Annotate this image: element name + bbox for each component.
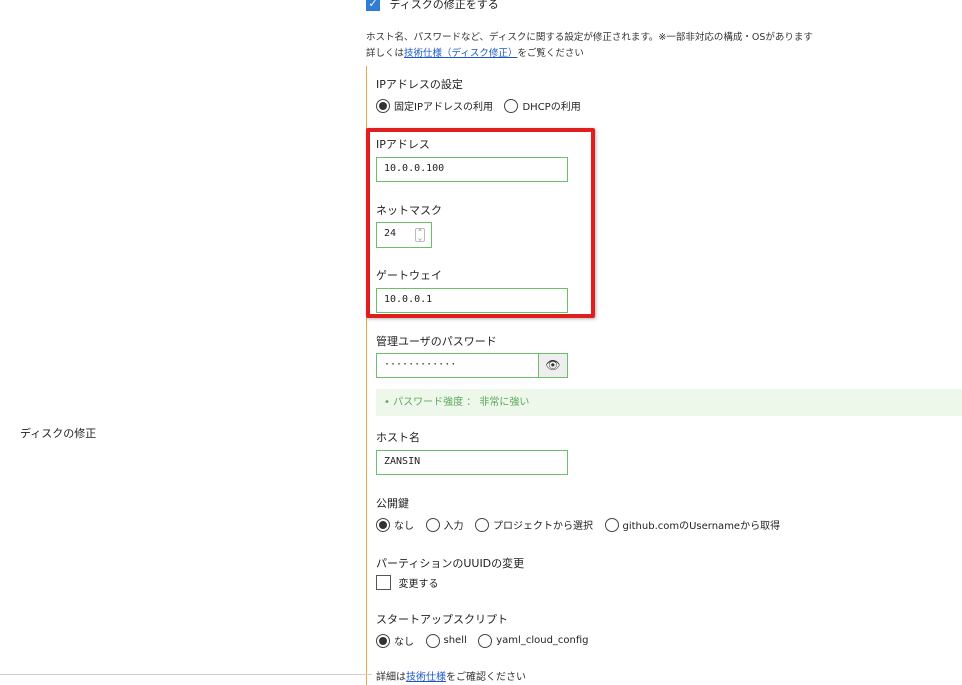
- check-icon: ✓: [368, 0, 378, 10]
- ip-settings-radio-group: 固定IPアドレスの利用 DHCPの利用: [376, 98, 589, 113]
- show-password-button[interactable]: 👁: [538, 353, 568, 378]
- partition-uuid-checkbox-label: 変更する: [398, 579, 439, 590]
- description-prefix: 詳しくは: [366, 48, 405, 59]
- radio-startup-shell[interactable]: [425, 633, 440, 648]
- radio-startup-none-label: なし: [394, 637, 414, 648]
- radio-public-key-none-label: なし: [394, 521, 414, 532]
- radio-public-key-none[interactable]: [376, 517, 390, 532]
- public-key-label: 公開鍵: [376, 497, 409, 510]
- radio-public-key-input-label: 入力: [443, 521, 464, 532]
- partition-uuid-label: パーティションのUUIDの変更: [376, 557, 525, 570]
- radio-static-ip[interactable]: [376, 98, 390, 113]
- radio-static-ip-label: 固定IPアドレスの利用: [394, 102, 493, 113]
- gateway-input[interactable]: 10.0.0.1: [376, 288, 568, 313]
- footer-suffix: をご確認ください: [446, 672, 526, 683]
- radio-dhcp-label: DHCPの利用: [522, 102, 581, 113]
- footer-note: 詳細は技術仕様をご確認ください: [376, 668, 526, 683]
- description-link-line: 詳しくは技術仕様（ディスク修正）をご覧ください: [366, 45, 813, 59]
- radio-public-key-project-label: プロジェクトから選択: [493, 521, 593, 532]
- radio-startup-shell-label: shell: [443, 635, 467, 646]
- netmask-label: ネットマスク: [376, 204, 442, 217]
- tech-spec-link[interactable]: 技術仕様: [406, 672, 446, 683]
- public-key-radio-group: なし 入力 プロジェクトから選択 github.comのUsernameから取得: [376, 517, 788, 532]
- partition-uuid-checkbox-row[interactable]: 変更する: [376, 575, 447, 590]
- ip-settings-title: IPアドレスの設定: [376, 78, 463, 91]
- description-line: ホスト名、パスワードなど、ディスクに関する設定が修正されます。※一部非対応の構成…: [366, 32, 813, 43]
- row-divider: [0, 674, 372, 675]
- admin-password-label: 管理ユーザのパスワード: [376, 335, 497, 348]
- disk-edit-description: ホスト名、パスワードなど、ディスクに関する設定が修正されます。※一部非対応の構成…: [366, 29, 813, 59]
- tech-spec-disk-link[interactable]: 技術仕様（ディスク修正）: [404, 48, 517, 59]
- hostname-input[interactable]: ZANSIN: [376, 450, 568, 475]
- eye-icon: 👁: [545, 358, 561, 372]
- hostname-label: ホスト名: [376, 431, 420, 444]
- disk-edit-checkbox-row[interactable]: ✓ ディスクの修正をする: [366, 0, 499, 12]
- radio-public-key-input[interactable]: [425, 517, 440, 532]
- description-suffix: をご覧ください: [517, 48, 584, 59]
- partition-uuid-checkbox[interactable]: [376, 575, 391, 590]
- netmask-value: 24: [384, 228, 397, 239]
- disk-edit-checkbox-label: ディスクの修正をする: [389, 0, 499, 11]
- password-strength-indicator: • パスワード強度 ： 非常に強い: [376, 389, 962, 416]
- stepper-icon[interactable]: ⌃ ⌄: [415, 228, 425, 242]
- footer-prefix: 詳細は: [376, 672, 406, 683]
- startup-script-label: スタートアップスクリプト: [376, 613, 508, 626]
- radio-public-key-github-label: github.comのUsernameから取得: [622, 521, 781, 532]
- radio-public-key-github[interactable]: [604, 517, 619, 532]
- ip-address-label: IPアドレス: [376, 138, 430, 151]
- radio-startup-yaml[interactable]: [478, 633, 493, 648]
- startup-script-radio-group: なし shell yaml_cloud_config: [376, 633, 597, 648]
- radio-startup-none[interactable]: [376, 633, 390, 648]
- gateway-label: ゲートウェイ: [376, 269, 442, 282]
- ip-address-input[interactable]: 10.0.0.100: [376, 157, 568, 182]
- radio-public-key-project[interactable]: [475, 517, 489, 532]
- disk-edit-checkbox[interactable]: ✓: [366, 0, 380, 11]
- admin-password-input[interactable]: ············: [376, 353, 539, 378]
- radio-startup-yaml-label: yaml_cloud_config: [496, 635, 589, 646]
- netmask-input[interactable]: 24 ⌃ ⌄: [376, 222, 432, 248]
- disk-edit-section-label: ディスクの修正: [20, 427, 97, 440]
- radio-dhcp[interactable]: [504, 98, 519, 113]
